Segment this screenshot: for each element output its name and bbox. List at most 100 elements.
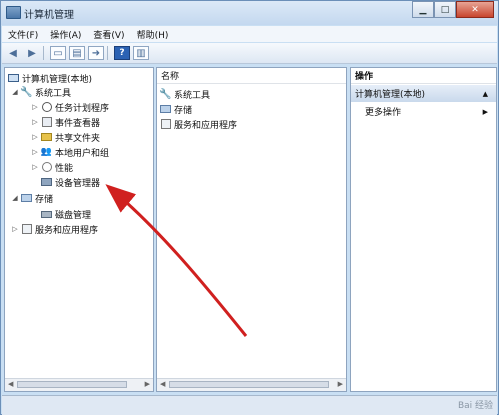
storage-icon	[160, 104, 171, 115]
expand-icon[interactable]: ▷	[31, 103, 39, 111]
forward-arrow-icon: ▶	[28, 47, 36, 59]
tree-node-device-manager[interactable]: 设备管理器	[41, 175, 100, 189]
tree-node-performance[interactable]: ▷ 性能	[31, 160, 73, 174]
actions-section-computer-management[interactable]: 计算机管理(本地) ▲	[351, 85, 496, 102]
actions-section-label: 计算机管理(本地)	[355, 90, 426, 100]
tools-icon: 🔧	[20, 86, 33, 98]
actions-header: 操作	[351, 68, 496, 84]
scroll-right-icon[interactable]: ▶	[145, 380, 150, 388]
results-pane: 名称 🔧 系统工具 存储 服务和应用程序 ◀ ▶	[156, 67, 347, 392]
back-arrow-icon: ◀	[9, 47, 17, 59]
tree-node-storage[interactable]: ◢ 存储	[11, 191, 53, 205]
list-item[interactable]: 服务和应用程序	[160, 117, 237, 131]
scroll-left-icon[interactable]: ◀	[8, 380, 13, 388]
menu-action[interactable]: 操作(A)	[44, 28, 87, 41]
help-icon: ?	[119, 48, 125, 58]
scroll-left-icon[interactable]: ◀	[160, 380, 165, 388]
status-bar	[2, 395, 497, 415]
tree-label: 任务计划程序	[55, 103, 110, 114]
computer-management-window: 计算机管理 ▁ □ ✕ 文件(F) 操作(A) 查看(V) 帮助(H) ◀ ▶ …	[0, 0, 499, 415]
minimize-icon: ▁	[419, 4, 427, 15]
tree-node-local-users[interactable]: ▷ 👥 本地用户和组	[31, 145, 109, 159]
title-bar[interactable]: 计算机管理 ▁ □ ✕	[1, 1, 498, 25]
scroll-thumb[interactable]	[17, 381, 127, 388]
list-item[interactable]: 🔧 系统工具	[159, 87, 211, 101]
performance-icon	[41, 162, 52, 173]
up-button[interactable]: ▭	[50, 46, 66, 60]
tree-label: 服务和应用程序	[35, 225, 99, 236]
console-tree-icon: ▤	[72, 47, 82, 59]
tools-icon: 🔧	[159, 88, 172, 100]
list-item-label: 服务和应用程序	[174, 120, 238, 131]
folder-icon	[41, 132, 52, 143]
export-list-button[interactable]: ➜	[88, 46, 104, 60]
close-icon: ✕	[471, 4, 479, 15]
watermark: Bai 经验	[457, 401, 493, 411]
tree-node-root[interactable]: 计算机管理(本地)	[8, 71, 92, 85]
tree-label: 本地用户和组	[55, 148, 110, 159]
tree-label: 计算机管理(本地)	[22, 74, 93, 85]
device-manager-icon	[41, 177, 52, 188]
more-actions-label: 更多操作	[365, 108, 402, 118]
toolbar-separator	[107, 46, 108, 60]
tree-node-services-apps[interactable]: ▷ 服务和应用程序	[11, 222, 98, 236]
menu-view[interactable]: 查看(V)	[87, 28, 130, 41]
tree-label: 系统工具	[35, 88, 72, 99]
list-item-label: 系统工具	[174, 90, 211, 101]
more-actions-item[interactable]: 更多操作 ▶	[351, 104, 496, 119]
computer-icon	[8, 73, 19, 84]
action-pane-icon: ▥	[136, 47, 146, 59]
menu-bar: 文件(F) 操作(A) 查看(V) 帮助(H)	[2, 26, 497, 42]
event-viewer-icon	[41, 117, 52, 128]
tree-label: 共享文件夹	[55, 133, 101, 144]
list-item-label: 存储	[174, 105, 193, 116]
show-action-pane-button[interactable]: ▥	[133, 46, 149, 60]
tree-horizontal-scrollbar[interactable]: ◀ ▶	[5, 378, 153, 391]
tree-label: 性能	[55, 163, 74, 174]
minimize-button[interactable]: ▁	[412, 1, 434, 18]
menu-file[interactable]: 文件(F)	[2, 28, 44, 41]
tree-node-shared-folders[interactable]: ▷ 共享文件夹	[31, 130, 100, 144]
submenu-arrow-icon: ▶	[482, 107, 488, 116]
scroll-thumb[interactable]	[169, 381, 329, 388]
expand-icon[interactable]: ▷	[11, 225, 19, 233]
name-column-header[interactable]: 名称	[157, 68, 346, 84]
scroll-right-icon[interactable]: ▶	[338, 380, 343, 388]
window-title: 计算机管理	[24, 10, 74, 21]
show-hide-tree-button[interactable]: ▤	[69, 46, 85, 60]
back-button[interactable]: ◀	[5, 46, 21, 60]
tree-label: 磁盘管理	[55, 210, 92, 221]
clock-icon	[41, 102, 52, 113]
maximize-icon: □	[440, 4, 450, 15]
help-button[interactable]: ?	[114, 46, 130, 60]
close-button[interactable]: ✕	[456, 1, 494, 18]
export-icon: ➜	[91, 47, 101, 59]
services-icon	[160, 119, 171, 130]
tree-node-system-tools[interactable]: ◢ 🔧 系统工具	[11, 85, 71, 99]
column-header-label: 名称	[161, 72, 180, 82]
console-tree-pane: 计算机管理(本地) ◢ 🔧 系统工具 ▷ 任务计划程序 ▷ 事件查看器 ▷ 共享…	[4, 67, 154, 392]
tree-node-event-viewer[interactable]: ▷ 事件查看器	[31, 115, 100, 129]
expand-icon[interactable]: ▷	[31, 118, 39, 126]
tree-label: 设备管理器	[55, 178, 101, 189]
expand-icon[interactable]: ▷	[31, 148, 39, 156]
list-item[interactable]: 存储	[160, 102, 192, 116]
forward-button[interactable]: ▶	[24, 46, 40, 60]
storage-icon	[21, 193, 32, 204]
tree-node-disk-management[interactable]: 磁盘管理	[41, 207, 91, 221]
list-horizontal-scrollbar[interactable]: ◀ ▶	[157, 378, 346, 391]
expand-icon[interactable]: ▷	[31, 163, 39, 171]
tree-node-task-scheduler[interactable]: ▷ 任务计划程序	[31, 100, 109, 114]
users-icon: 👥	[40, 147, 53, 157]
tree-label: 存储	[35, 194, 54, 205]
expand-icon[interactable]: ▷	[31, 133, 39, 141]
actions-pane: 操作 计算机管理(本地) ▲ 更多操作 ▶	[350, 67, 497, 392]
menu-help[interactable]: 帮助(H)	[131, 28, 175, 41]
collapse-icon[interactable]: ◢	[11, 88, 19, 96]
collapse-up-icon[interactable]: ▲	[483, 90, 488, 98]
maximize-button[interactable]: □	[434, 1, 456, 18]
collapse-icon[interactable]: ◢	[11, 194, 19, 202]
computer-management-icon	[6, 6, 21, 19]
tree-label: 事件查看器	[55, 118, 101, 129]
window-controls: ▁ □ ✕	[412, 1, 494, 19]
